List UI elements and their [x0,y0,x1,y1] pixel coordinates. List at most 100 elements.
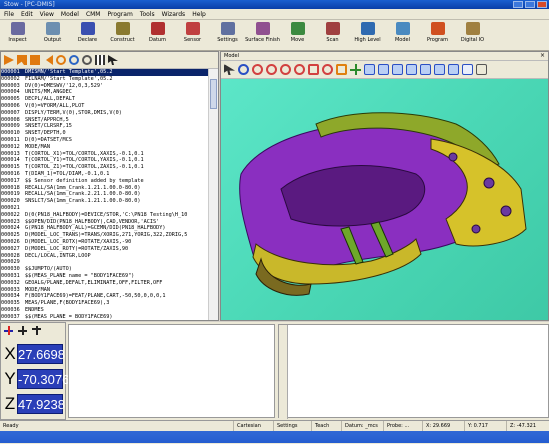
close-button[interactable] [537,1,547,8]
code-line[interactable]: 000037 $$(MEAS_PLANE = BODY1FACE69) [1,314,208,319]
center-icon[interactable] [336,64,347,75]
menu-model[interactable]: Model [61,9,79,19]
code-line[interactable]: 000004 UNITS/MM,ANGDEC [1,89,208,96]
code-line[interactable]: 000032 GEOALG/PLANE,DEFALT,ELIMINATE,OFF,… [1,280,208,287]
step-back-icon[interactable] [46,55,53,65]
toolbar-declare-button[interactable]: Declare [70,20,105,50]
code-line[interactable]: 000002 FILNAM/'Start Template',05.2 [1,76,208,83]
status-probe[interactable]: Probe: ... [383,421,422,431]
code-line[interactable]: 000015 T(CORTOL_Z1)=TOL/CORTOL,ZAXIS,-0.1… [1,164,208,171]
code-line[interactable]: 000026 D(MODEL_LOC_ROTX)=ROTATE/XAXIS,-90 [1,239,208,246]
toolbar-high-level-button[interactable]: High Level [350,20,385,50]
fit-box-icon[interactable] [308,64,319,75]
code-line[interactable]: 000013 T(CORTOL_X1)=TOL/CORTOL,XAXIS,-0.1… [1,151,208,158]
undo-icon[interactable] [56,55,66,65]
menu-cmm[interactable]: CMM [86,9,101,19]
code-line[interactable]: 000033 MODE/MAN [1,287,208,294]
axis-triad-icon[interactable] [32,325,41,335]
wireframe-icon[interactable] [476,64,487,75]
code-line[interactable]: 000009 SNSET/CLRSRF,15 [1,123,208,130]
cursor-icon[interactable] [108,55,118,65]
view-top-icon[interactable] [420,64,431,75]
status-coordinate-mode[interactable]: Cartesian [233,421,273,431]
code-line[interactable]: 000023 $$OPEN/DID(PN18_HALFBODY),CAD,VEND… [1,219,208,226]
view-right-icon[interactable] [406,64,417,75]
toolbar-construct-button[interactable]: Construct [105,20,140,50]
code-line[interactable]: 000010 SNSET/DEPTH,0 [1,130,208,137]
code-line[interactable]: 000018 RECALL/SA(1mm_Crank.1.21.1.00.0-80… [1,185,208,192]
view-front-icon[interactable] [364,64,375,75]
zoom-in-icon[interactable] [252,64,263,75]
status-settings[interactable]: Settings [273,421,311,431]
view-back-icon[interactable] [378,64,389,75]
code-line[interactable]: 000036 ENDMES [1,307,208,314]
status-teach[interactable]: Teach [311,421,341,431]
code-line[interactable]: 000012 MODE/MAN [1,144,208,151]
toolbar-datum-button[interactable]: Datum [140,20,175,50]
stop-icon[interactable] [30,55,40,65]
toolbar-digital-io-button[interactable]: Digital IO [455,20,490,50]
program-scrollbar[interactable] [208,69,218,320]
menu-file[interactable]: File [4,9,14,19]
grid-icon[interactable] [95,55,105,65]
toolbar-inspect-button[interactable]: Inspect [0,20,35,50]
code-line[interactable]: 000001 DMISMN/'Start Template',05.2 [1,69,208,76]
code-line[interactable]: 000007 DISPLY/TERM,V(0),STOR,DMIS,V(0) [1,110,208,117]
zoom-window-icon[interactable] [280,64,291,75]
pan-icon[interactable] [322,64,333,75]
code-line[interactable]: 000005 DECPL/ALL,DEFALT [1,96,208,103]
step-forward-icon[interactable] [17,55,27,65]
view-bottom-icon[interactable] [434,64,445,75]
zoom-extents-icon[interactable] [294,64,305,75]
code-line[interactable]: 000035 MEAS/PLANE,F(BODY1FACE69),3 [1,300,208,307]
code-line[interactable]: 000021 [1,205,208,212]
code-line[interactable]: 000031 $$(MEAS_PLANE name = "BODY1FACE69"… [1,273,208,280]
status-window-panel[interactable] [278,324,549,419]
select-arrow-icon[interactable] [224,64,235,75]
code-line[interactable]: 000017 $$ Sensor definition added by temp… [1,178,208,185]
toolbar-model-button[interactable]: Model [385,20,420,50]
view-iso-icon[interactable] [448,64,459,75]
play-icon[interactable] [4,55,14,65]
axis-triad-black-icon[interactable] [18,325,27,335]
menu-program[interactable]: Program [107,9,132,19]
toolbar-scan-button[interactable]: Scan [315,20,350,50]
menu-tools[interactable]: Tools [140,9,155,19]
view-left-icon[interactable] [392,64,403,75]
menu-wizards[interactable]: Wizards [162,9,186,19]
code-line[interactable]: 000030 $$JUMPTO/(AUTO) [1,266,208,273]
menu-edit[interactable]: Edit [21,9,33,19]
toolbar-move-button[interactable]: Move [280,20,315,50]
cad-viewport[interactable] [221,79,548,320]
minimize-button[interactable] [513,1,523,8]
code-line[interactable]: 000020 SNSLCT/SA(1mm_Crank.1.21.1.00.0-80… [1,198,208,205]
zoom-out-icon[interactable] [266,64,277,75]
loop-icon[interactable] [69,55,79,65]
zoom-program-icon[interactable] [82,55,92,65]
code-line[interactable]: 000019 RECALL/SA(1mm_Crank.2.21.1.00.0-80… [1,191,208,198]
program-scrollbar-thumb[interactable] [210,79,217,109]
status-window-handle[interactable] [279,325,288,419]
status-datum[interactable]: Datum: _mcs [341,421,383,431]
code-line[interactable]: 000003 DV(0)=DMESWV/'12,0,3,529' [1,83,208,90]
axis-triad-red-icon[interactable] [4,325,13,335]
code-line[interactable]: 000024 G(PN18_HALFBODY_ALL)=GCEMN/DID(PN1… [1,225,208,232]
code-line[interactable]: 000008 SNSET/APPRCH,5 [1,117,208,124]
code-line[interactable]: 000011 D(0)=DATSET/MCS [1,137,208,144]
program-code-listing[interactable]: 000001 DMISMN/'Start Template',05.2 000002… [1,69,208,319]
toolbar-output-button[interactable]: Output [35,20,70,50]
rotate-icon[interactable] [238,64,249,75]
maximize-button[interactable] [525,1,535,8]
toolbar-sensor-button[interactable]: Sensor [175,20,210,50]
axes-icon[interactable] [350,64,361,75]
model-close-icon[interactable]: × [540,52,545,60]
report-panel[interactable] [68,324,275,418]
code-line[interactable]: 000022 D(0(PN18_HALFBODY)=DEVICE/STOR,'C:… [1,212,208,219]
code-line[interactable]: 000028 DECL/LOCAL,INTGR,LOOP [1,253,208,260]
render-mode-icon[interactable] [462,64,473,75]
toolbar-program-button[interactable]: Program [420,20,455,50]
menu-view[interactable]: View [40,9,54,19]
code-line[interactable]: 000029 [1,259,208,266]
toolbar-surface-finish-button[interactable]: Surface Finish [245,20,280,50]
code-line[interactable]: 000016 T(DIAM_1)=TOL/DIAM,-0.1,0.1 [1,171,208,178]
